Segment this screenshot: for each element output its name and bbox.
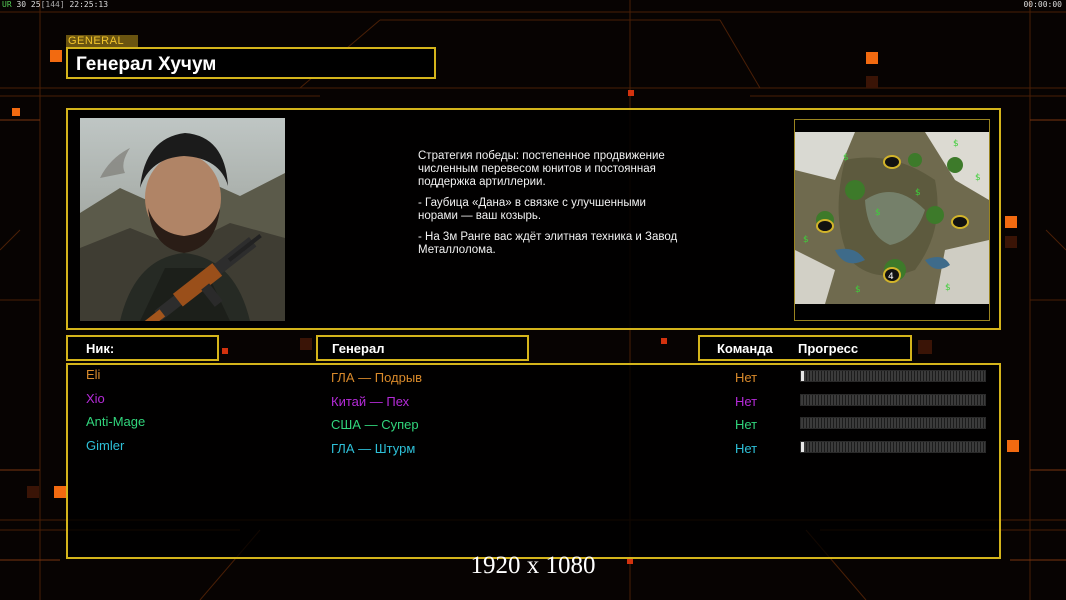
player-general: США — Супер — [331, 417, 419, 432]
player-general: ГЛА — Штурм — [331, 441, 416, 456]
player-progress-bar — [800, 394, 986, 406]
player-row: Gimler ГЛА — Штурм Нет — [68, 438, 999, 462]
strategy-paragraph: Стратегия победы: постепенное продвижени… — [418, 150, 665, 188]
player-progress-bar — [800, 370, 986, 382]
player-progress-bar — [800, 417, 986, 429]
hud-clock: 22:25:13 — [69, 0, 109, 9]
hud-ur: UR — [2, 0, 12, 9]
general-tag: GENERAL — [66, 35, 138, 47]
player-nick: Gimler — [86, 438, 125, 453]
svg-text:$: $ — [953, 139, 959, 149]
player-progress-fill — [801, 442, 804, 452]
hud-bracket: [144] — [40, 0, 65, 9]
strategy-text: Стратегия победы: постепенное продвижени… — [418, 150, 678, 265]
svg-text:$: $ — [915, 188, 921, 198]
column-header-general: Генерал — [316, 335, 529, 361]
column-header-team-progress: Команда Прогресс — [698, 335, 912, 361]
column-header-nick: Ник: — [66, 335, 219, 361]
players-list: Eli ГЛА — Подрыв Нет Xio Китай — Пех Нет… — [66, 363, 1001, 559]
svg-text:$: $ — [945, 283, 951, 293]
player-team: Нет — [735, 441, 758, 456]
svg-text:$: $ — [855, 285, 861, 295]
player-row: Eli ГЛА — Подрыв Нет — [68, 367, 999, 391]
player-row: Anti-Mage США — Супер Нет — [68, 414, 999, 438]
general-name: Генерал Хучум — [76, 54, 217, 75]
column-header-general-label: Генерал — [332, 341, 385, 356]
hud-status: UR 30 25[144] 22:25:13 — [2, 0, 108, 9]
svg-text:$: $ — [803, 235, 809, 245]
column-header-progress-label: Прогресс — [798, 341, 859, 356]
player-nick: Xio — [86, 391, 105, 406]
player-progress-fill — [801, 371, 804, 381]
hud-timer: 00:00:00 — [1023, 0, 1062, 9]
svg-text:$: $ — [875, 208, 881, 218]
strategy-paragraph: - Гаубица «Дана» в связке с улучшенными … — [418, 197, 646, 222]
resolution-label: 1920 x 1080 — [470, 552, 596, 579]
column-header-nick-label: Ник: — [86, 341, 115, 356]
player-team: Нет — [735, 417, 758, 432]
column-header-team-label: Команда — [717, 341, 773, 356]
player-general: Китай — Пех — [331, 394, 410, 409]
strategy-paragraph: - На 3м Ранге вас ждёт элитная техника и… — [418, 231, 678, 256]
player-general: ГЛА — Подрыв — [331, 370, 423, 385]
map-preview[interactable]: 4 $ $ $ $ $ $ $ $ — [794, 119, 990, 321]
svg-text:$: $ — [843, 153, 849, 163]
player-nick: Anti-Mage — [86, 414, 146, 429]
hud-numbers: 30 25 — [16, 0, 41, 9]
player-nick: Eli — [86, 367, 101, 382]
svg-text:$: $ — [975, 173, 981, 183]
player-row: Xio Китай — Пех Нет — [68, 391, 999, 415]
general-title-box: Генерал Хучум — [66, 47, 436, 79]
player-team: Нет — [735, 370, 758, 385]
general-info-panel: Стратегия победы: постепенное продвижени… — [66, 108, 1001, 330]
player-progress-bar — [800, 441, 986, 453]
player-team: Нет — [735, 394, 758, 409]
general-portrait — [80, 118, 285, 321]
start-position-marker: 4 — [888, 272, 894, 282]
